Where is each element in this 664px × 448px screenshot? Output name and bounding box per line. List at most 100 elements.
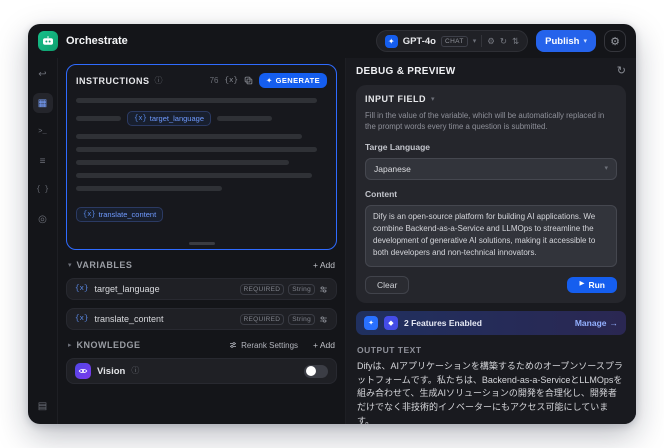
debug-header: DEBUG & PREVIEW ↻	[356, 66, 626, 78]
type-badge: String	[288, 313, 315, 325]
pill-divider	[481, 35, 483, 47]
chevron-down-icon: ▾	[431, 95, 435, 103]
vision-label: Vision	[97, 365, 126, 377]
target-language-label: Targe Language	[365, 141, 431, 152]
model-settings-icon[interactable]: ⚙	[487, 37, 495, 46]
variable-name: target_language	[94, 284, 160, 294]
variable-glyph: {x}	[75, 285, 89, 293]
variable-tag-translate-content[interactable]: {x} translate_content	[76, 207, 164, 222]
debug-title: DEBUG & PREVIEW	[356, 66, 456, 77]
top-bar: Orchestrate ✦ GPT-4o CHAT ▾ ⚙ ↻ ⇅ Publis…	[28, 24, 636, 58]
nav-annotation-icon[interactable]: ◎	[33, 209, 53, 229]
variable-row-target-language[interactable]: {x} target_language REQUIRED String	[66, 278, 337, 300]
output-title: OUTPUT TEXT	[357, 344, 422, 355]
variable-tag-label: translate_content	[98, 210, 157, 219]
resize-handle[interactable]	[188, 242, 215, 245]
type-badge: String	[288, 283, 315, 295]
nav-prompt-icon[interactable]: >_	[33, 122, 53, 142]
rerank-settings-label: Rerank Settings	[241, 340, 299, 350]
variables-title: VARIABLES	[76, 260, 133, 270]
info-icon: ⓘ	[154, 75, 163, 85]
variable-name: translate_content	[94, 314, 164, 324]
target-language-value: Japanese	[374, 163, 411, 174]
model-name: GPT-4o	[402, 35, 436, 47]
main-area: ↩ ▦ >_ ≡ { } ◎ ▤ INSTRUCTIONS ⓘ 76 {x} ✦…	[28, 58, 636, 424]
chevron-down-icon: ▾	[583, 37, 587, 45]
manage-label: Manage	[574, 317, 607, 328]
content-label: Content	[365, 188, 398, 199]
nav-orchestrate-icon[interactable]: ▦	[32, 93, 53, 113]
play-icon: ▶	[579, 280, 585, 288]
instructions-header: INSTRUCTIONS ⓘ 76 {x} ✦ GENERATE	[76, 73, 327, 88]
arrow-right-icon: →	[609, 317, 619, 328]
publish-label: Publish	[545, 35, 580, 47]
chevron-right-icon[interactable]: ▸	[68, 342, 72, 349]
variable-tag-label: target_language	[149, 114, 204, 123]
orchestrate-panel: INSTRUCTIONS ⓘ 76 {x} ✦ GENERATE {x} tar…	[58, 58, 346, 424]
text-line	[76, 116, 122, 121]
output-text: Difyは、AIアプリケーションを構築するためのオープンソースプラットフォームで…	[357, 360, 623, 424]
model-provider-icon: ✦	[384, 34, 398, 48]
instructions-editor[interactable]: INSTRUCTIONS ⓘ 76 {x} ✦ GENERATE {x} tar…	[66, 64, 337, 250]
output-section: OUTPUT TEXT Difyは、AIアプリケーションを構築するためのオープン…	[356, 343, 626, 424]
variables-header: ▾ VARIABLES + Add	[66, 258, 337, 270]
app-logo-icon	[38, 31, 58, 51]
run-label: Run	[588, 279, 605, 290]
model-more-icon[interactable]: ⇅	[512, 37, 519, 46]
instructions-title: INSTRUCTIONS	[76, 75, 150, 86]
clear-button[interactable]: Clear	[365, 275, 410, 294]
copy-icon[interactable]	[244, 76, 253, 85]
variable-settings-icon[interactable]	[319, 285, 328, 294]
model-selector[interactable]: ✦ GPT-4o CHAT ▾ ⚙ ↻ ⇅	[375, 30, 529, 52]
text-line	[76, 173, 312, 178]
model-history-icon[interactable]: ↻	[500, 37, 507, 46]
nav-layout-icon[interactable]: ▤	[33, 396, 53, 416]
required-badge: REQUIRED	[239, 283, 285, 295]
info-icon: ⓘ	[131, 366, 140, 375]
text-line	[76, 98, 317, 103]
refresh-icon[interactable]: ↻	[617, 66, 626, 77]
input-field-description: Fill in the value of the variable, which…	[365, 111, 605, 132]
manage-features-button[interactable]: Manage →	[575, 318, 618, 328]
variable-glyph: {x}	[75, 315, 89, 323]
char-count: 76	[209, 76, 219, 85]
vision-eye-icon	[75, 363, 91, 379]
chevron-down-icon: ▾	[472, 37, 477, 45]
features-enabled-label: 2 Features Enabled	[404, 317, 482, 328]
variable-settings-icon[interactable]	[319, 315, 328, 324]
input-field-header[interactable]: INPUT FIELD ▾	[365, 94, 617, 104]
knowledge-header: ▸ KNOWLEDGE Rerank Settings + Add	[66, 338, 337, 350]
nav-back-icon[interactable]: ↩	[33, 64, 53, 84]
insert-variable-icon[interactable]: {x}	[224, 77, 238, 85]
debug-preview-panel: DEBUG & PREVIEW ↻ INPUT FIELD ▾ Fill in …	[346, 58, 636, 424]
input-field-card: INPUT FIELD ▾ Fill in the value of the v…	[356, 85, 626, 303]
add-variable-button[interactable]: + Add	[313, 260, 335, 270]
variable-row-translate-content[interactable]: {x} translate_content REQUIRED String	[66, 308, 337, 330]
run-button[interactable]: ▶ Run	[567, 276, 617, 293]
knowledge-title: KNOWLEDGE	[76, 340, 141, 350]
text-line	[217, 116, 273, 121]
content-textarea[interactable]: Dify is an open-source platform for buil…	[365, 204, 617, 267]
add-knowledge-button[interactable]: + Add	[313, 340, 335, 350]
input-field-title: INPUT FIELD	[365, 94, 426, 104]
variable-tag-target-language[interactable]: {x} target_language	[127, 111, 211, 126]
generate-button[interactable]: ✦ GENERATE	[258, 73, 327, 88]
input-field-footer: Clear ▶ Run	[365, 275, 617, 294]
nav-api-icon[interactable]: { }	[33, 180, 53, 200]
features-enabled-bar[interactable]: ✦ ◆ 2 Features Enabled Manage →	[356, 310, 626, 335]
vision-toggle[interactable]	[304, 364, 328, 378]
model-mode-badge: CHAT	[440, 35, 468, 47]
rerank-settings-button[interactable]: Rerank Settings	[229, 341, 298, 350]
generate-label: GENERATE	[275, 76, 320, 85]
publish-button[interactable]: Publish ▾	[536, 30, 596, 52]
target-language-select[interactable]: Japanese ▾	[365, 157, 617, 180]
vision-feature-row: Vision ⓘ	[66, 358, 337, 384]
left-nav-rail: ↩ ▦ >_ ≡ { } ◎ ▤	[28, 58, 58, 424]
text-line	[76, 186, 222, 191]
feature-citation-icon: ✦	[364, 315, 378, 330]
nav-logs-icon[interactable]: ≡	[33, 151, 53, 171]
app-settings-button[interactable]: ⚙	[604, 30, 626, 52]
variable-glyph: {x}	[134, 114, 147, 123]
chevron-down-icon[interactable]: ▾	[68, 262, 72, 269]
text-line	[76, 147, 317, 152]
